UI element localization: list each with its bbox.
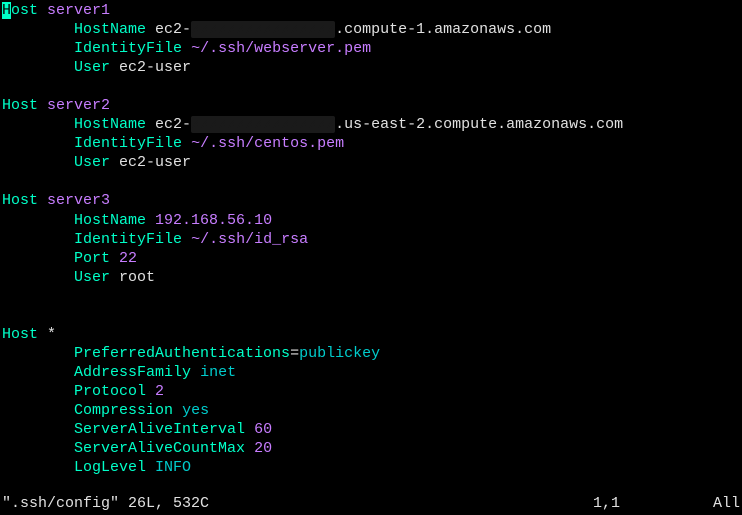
- separator: =: [290, 345, 299, 362]
- directive-name: Port: [74, 250, 110, 267]
- directive-name: User: [74, 154, 110, 171]
- directive-line: HostName ec2-xxxxxxxxxxxxxxxx.us-east-2.…: [2, 115, 740, 134]
- directive-name: ServerAliveInterval: [74, 421, 245, 438]
- directive-line: LogLevel INFO: [2, 458, 740, 477]
- directive-value: INFO: [155, 459, 191, 476]
- directive-line: User ec2-user: [2, 58, 740, 77]
- directive-value: .us-east-2.compute.amazonaws.com: [335, 116, 623, 133]
- status-scroll: All: [713, 494, 740, 513]
- directive-line: IdentityFile ~/.ssh/centos.pem: [2, 134, 740, 153]
- host-keyword: ost: [11, 2, 47, 19]
- directive-name: HostName: [74, 21, 146, 38]
- directive-value: yes: [182, 402, 209, 419]
- blank-line: [2, 77, 740, 96]
- directive-line: IdentityFile ~/.ssh/webserver.pem: [2, 39, 740, 58]
- host-line: Host server2: [2, 96, 740, 115]
- directive-value: 2: [155, 383, 164, 400]
- status-bar: ".ssh/config" 26L, 532C 1,1 All: [2, 494, 740, 513]
- directive-value: ec2-: [155, 21, 191, 38]
- host-alias: server3: [47, 192, 110, 209]
- host-alias: server1: [47, 2, 110, 19]
- status-filename: ".ssh/config" 26L, 532C: [2, 494, 209, 513]
- directive-name: Compression: [74, 402, 173, 419]
- directive-value: 22: [119, 250, 137, 267]
- directive-value: .compute-1.amazonaws.com: [335, 21, 551, 38]
- directive-name: User: [74, 59, 110, 76]
- directive-name: IdentityFile: [74, 40, 182, 57]
- directive-value: root: [119, 269, 155, 286]
- directive-name: PreferredAuthentications: [74, 345, 290, 362]
- host-line: Host server1: [2, 1, 740, 20]
- directive-value: 20: [254, 440, 272, 457]
- directive-value: ~/.ssh/centos.pem: [191, 135, 344, 152]
- directive-line: Protocol 2: [2, 382, 740, 401]
- directive-value: ec2-: [155, 116, 191, 133]
- cursor: H: [2, 2, 11, 19]
- directive-value: publickey: [299, 345, 380, 362]
- blank-line: [2, 287, 740, 306]
- directive-name: HostName: [74, 212, 146, 229]
- directive-line: PreferredAuthentications=publickey: [2, 344, 740, 363]
- host-keyword: Host: [2, 326, 38, 343]
- directive-value: ~/.ssh/webserver.pem: [191, 40, 371, 57]
- blank-line: [2, 306, 740, 325]
- directive-line: User ec2-user: [2, 153, 740, 172]
- directive-value: 192.168.56.10: [155, 212, 272, 229]
- blank-line: [2, 172, 740, 191]
- redacted: xxxxxxxxxxxxxxxx: [191, 116, 335, 133]
- directive-value: 60: [254, 421, 272, 438]
- directive-name: AddressFamily: [74, 364, 191, 381]
- directive-name: User: [74, 269, 110, 286]
- host-keyword: Host: [2, 192, 38, 209]
- directive-line: User root: [2, 268, 740, 287]
- directive-line: AddressFamily inet: [2, 363, 740, 382]
- directive-line: IdentityFile ~/.ssh/id_rsa: [2, 230, 740, 249]
- directive-name: ServerAliveCountMax: [74, 440, 245, 457]
- editor-content[interactable]: Host server1 HostName ec2-xxxxxxxxxxxxxx…: [2, 1, 740, 477]
- directive-name: HostName: [74, 116, 146, 133]
- directive-value: ec2-user: [119, 154, 191, 171]
- host-alias: *: [47, 326, 56, 343]
- host-keyword: Host: [2, 97, 38, 114]
- directive-name: IdentityFile: [74, 135, 182, 152]
- redacted: xxxxxxxxxxxxxxxx: [191, 21, 335, 38]
- directive-line: Port 22: [2, 249, 740, 268]
- directive-value: inet: [200, 364, 236, 381]
- directive-line: HostName 192.168.56.10: [2, 211, 740, 230]
- status-position: 1,1: [593, 494, 620, 513]
- directive-line: Compression yes: [2, 401, 740, 420]
- directive-value: ec2-user: [119, 59, 191, 76]
- host-line: Host server3: [2, 191, 740, 210]
- directive-name: LogLevel: [74, 459, 146, 476]
- host-alias: server2: [47, 97, 110, 114]
- directive-line: ServerAliveInterval 60: [2, 420, 740, 439]
- directive-name: Protocol: [74, 383, 146, 400]
- host-line: Host *: [2, 325, 740, 344]
- directive-line: ServerAliveCountMax 20: [2, 439, 740, 458]
- directive-line: HostName ec2-xxxxxxxxxxxxxxxx.compute-1.…: [2, 20, 740, 39]
- directive-value: ~/.ssh/id_rsa: [191, 231, 308, 248]
- directive-name: IdentityFile: [74, 231, 182, 248]
